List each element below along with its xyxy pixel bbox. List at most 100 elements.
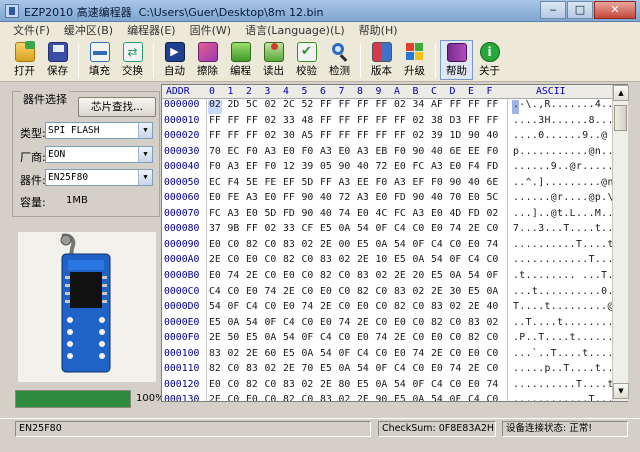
menu-file[interactable]: 文件(F): [6, 22, 57, 40]
hex-byte[interactable]: 0A: [487, 286, 499, 297]
hex-byte[interactable]: FD: [394, 192, 406, 203]
hex-byte[interactable]: 2C: [283, 99, 295, 110]
hex-byte[interactable]: C0: [228, 379, 240, 390]
hex-byte[interactable]: 54: [357, 363, 369, 374]
hex-byte[interactable]: 52: [302, 99, 314, 110]
hex-byte[interactable]: 74: [413, 348, 425, 359]
ascii-text[interactable]: ....0......9..@: [513, 130, 607, 141]
hex-row[interactable]: 000010 FF FF FF 02 33 48 FF FF FF FF FF 02 38 D3 FF FF..…: [162, 115, 627, 131]
hex-byte[interactable]: F4: [228, 177, 240, 188]
hex-byte[interactable]: FF: [228, 115, 240, 126]
hex-byte[interactable]: FD: [283, 208, 295, 219]
hex-byte[interactable]: 2E: [468, 363, 480, 374]
hex-byte[interactable]: C0: [339, 270, 351, 281]
hex-byte[interactable]: 02: [228, 348, 240, 359]
hex-byte[interactable]: 02: [413, 115, 425, 126]
hex-byte[interactable]: 40: [487, 301, 499, 312]
hex-byte[interactable]: 40: [431, 192, 443, 203]
hex-byte[interactable]: C0: [413, 317, 425, 328]
fill-button[interactable]: 填充: [83, 40, 116, 80]
hex-byte[interactable]: 0F: [450, 254, 462, 265]
hex-byte[interactable]: 82: [394, 301, 406, 312]
hex-byte[interactable]: E0: [209, 239, 221, 250]
hex-byte[interactable]: FF: [320, 99, 332, 110]
hex-byte[interactable]: C4: [283, 317, 295, 328]
hex-byte[interactable]: FC: [209, 208, 221, 219]
ascii-text[interactable]: ......@r....@p.\: [513, 192, 614, 203]
hex-byte[interactable]: C0: [487, 332, 499, 343]
save-button[interactable]: 保存: [41, 40, 74, 80]
hex-byte[interactable]: 02: [413, 286, 425, 297]
hex-byte[interactable]: C4: [431, 239, 443, 250]
hex-byte[interactable]: 0A: [265, 332, 277, 343]
hex-byte[interactable]: 90: [376, 394, 388, 401]
hex-byte[interactable]: 54: [246, 317, 258, 328]
hex-byte[interactable]: C0: [228, 254, 240, 265]
hex-byte[interactable]: 74: [487, 239, 499, 250]
hex-row[interactable]: 0000A0 2E C0 E0 C0 82 C0 83 02 2E 10 E5 0A 54 0F C4 C0..…: [162, 254, 627, 270]
hex-byte[interactable]: 0F: [413, 379, 425, 390]
hex-byte[interactable]: 20: [413, 270, 425, 281]
hex-byte[interactable]: E0: [339, 146, 351, 157]
chevron-down-icon[interactable]: ▼: [138, 147, 152, 162]
hex-byte[interactable]: 0F: [376, 363, 388, 374]
hex-byte[interactable]: 02: [487, 208, 499, 219]
hex-byte[interactable]: 83: [357, 270, 369, 281]
hex-byte[interactable]: 34: [413, 99, 425, 110]
vertical-scrollbar[interactable]: ▲ ▼: [612, 85, 629, 401]
hex-byte[interactable]: E0: [209, 192, 221, 203]
hex-row[interactable]: 0000E0 E5 0A 54 0F C4 C0 E0 74 2E C0 E0 C0 82 C0 83 02..…: [162, 317, 627, 333]
hex-row[interactable]: 0000C0 C4 C0 E0 74 2E C0 E0 C0 82 C0 83 02 2E 30 E5 0A..…: [162, 286, 627, 302]
hex-byte[interactable]: C0: [413, 332, 425, 343]
hex-row[interactable]: 000110 82 C0 83 02 2E 70 E5 0A 54 0F C4 C0 E0 74 2E C0..…: [162, 363, 627, 379]
hex-byte[interactable]: EF: [246, 161, 258, 172]
hex-byte[interactable]: 40: [431, 146, 443, 157]
hex-byte[interactable]: FD: [468, 208, 480, 219]
hex-byte[interactable]: FF: [487, 99, 499, 110]
hex-byte[interactable]: C0: [450, 239, 462, 250]
hex-byte[interactable]: FD: [487, 161, 499, 172]
hex-byte[interactable]: 0F: [376, 223, 388, 234]
hex-row[interactable]: 000070 FC A3 E0 5D FD 90 40 74 E0 4C FC A3 E0 4D FD 02..…: [162, 208, 627, 224]
menu-language[interactable]: 语言(Language)(L): [238, 22, 352, 40]
hex-byte[interactable]: FF: [209, 130, 221, 141]
hex-byte[interactable]: 02: [487, 317, 499, 328]
hex-byte[interactable]: E0: [357, 301, 369, 312]
hex-row[interactable]: 000060 E0 FE A3 E0 FF 90 40 72 A3 E0 FD 90 40 70 E0 5C..…: [162, 192, 627, 208]
hex-byte[interactable]: 5D: [302, 177, 314, 188]
upgrade-button[interactable]: 升级: [398, 40, 431, 80]
hex-byte[interactable]: E0: [246, 394, 258, 401]
hex-byte[interactable]: F0: [394, 146, 406, 157]
ascii-text[interactable]: 7...3...T....t..: [513, 223, 614, 234]
hex-byte[interactable]: 0A: [450, 270, 462, 281]
minimize-button[interactable]: ‒: [540, 1, 566, 19]
hex-byte[interactable]: FF: [487, 115, 499, 126]
hex-byte[interactable]: E0: [246, 286, 258, 297]
hex-byte[interactable]: 0A: [302, 348, 314, 359]
hex-byte[interactable]: E0: [376, 192, 388, 203]
ascii-text[interactable]: p...........@n..: [513, 146, 614, 157]
hex-byte[interactable]: FE: [265, 177, 277, 188]
hex-byte[interactable]: FF: [283, 192, 295, 203]
hex-byte[interactable]: F0: [431, 177, 443, 188]
ascii-text[interactable]: ...t..........0..: [513, 286, 620, 297]
hex-byte[interactable]: 82: [468, 332, 480, 343]
hex-byte[interactable]: 54: [431, 394, 443, 401]
hex-byte[interactable]: 33: [283, 115, 295, 126]
hex-byte[interactable]: 0F: [228, 301, 240, 312]
hex-byte[interactable]: FF: [228, 130, 240, 141]
hex-byte[interactable]: C0: [450, 379, 462, 390]
hex-byte[interactable]: E5: [431, 270, 443, 281]
hex-byte[interactable]: C4: [468, 394, 480, 401]
hex-byte[interactable]: 72: [339, 192, 351, 203]
hex-byte[interactable]: 02: [265, 130, 277, 141]
hex-byte[interactable]: 70: [302, 363, 314, 374]
hex-byte[interactable]: E0: [431, 332, 443, 343]
hex-byte[interactable]: C0: [302, 317, 314, 328]
hex-byte[interactable]: 2E: [209, 332, 221, 343]
hex-byte[interactable]: 2E: [283, 286, 295, 297]
hex-row[interactable]: 000050 EC F4 5E FE EF 5D FF A3 EE F0 A3 EF F0 90 40 6E..…: [162, 177, 627, 193]
hex-byte[interactable]: 60: [265, 348, 277, 359]
hex-byte[interactable]: C0: [228, 394, 240, 401]
hex-byte[interactable]: 2E: [431, 348, 443, 359]
